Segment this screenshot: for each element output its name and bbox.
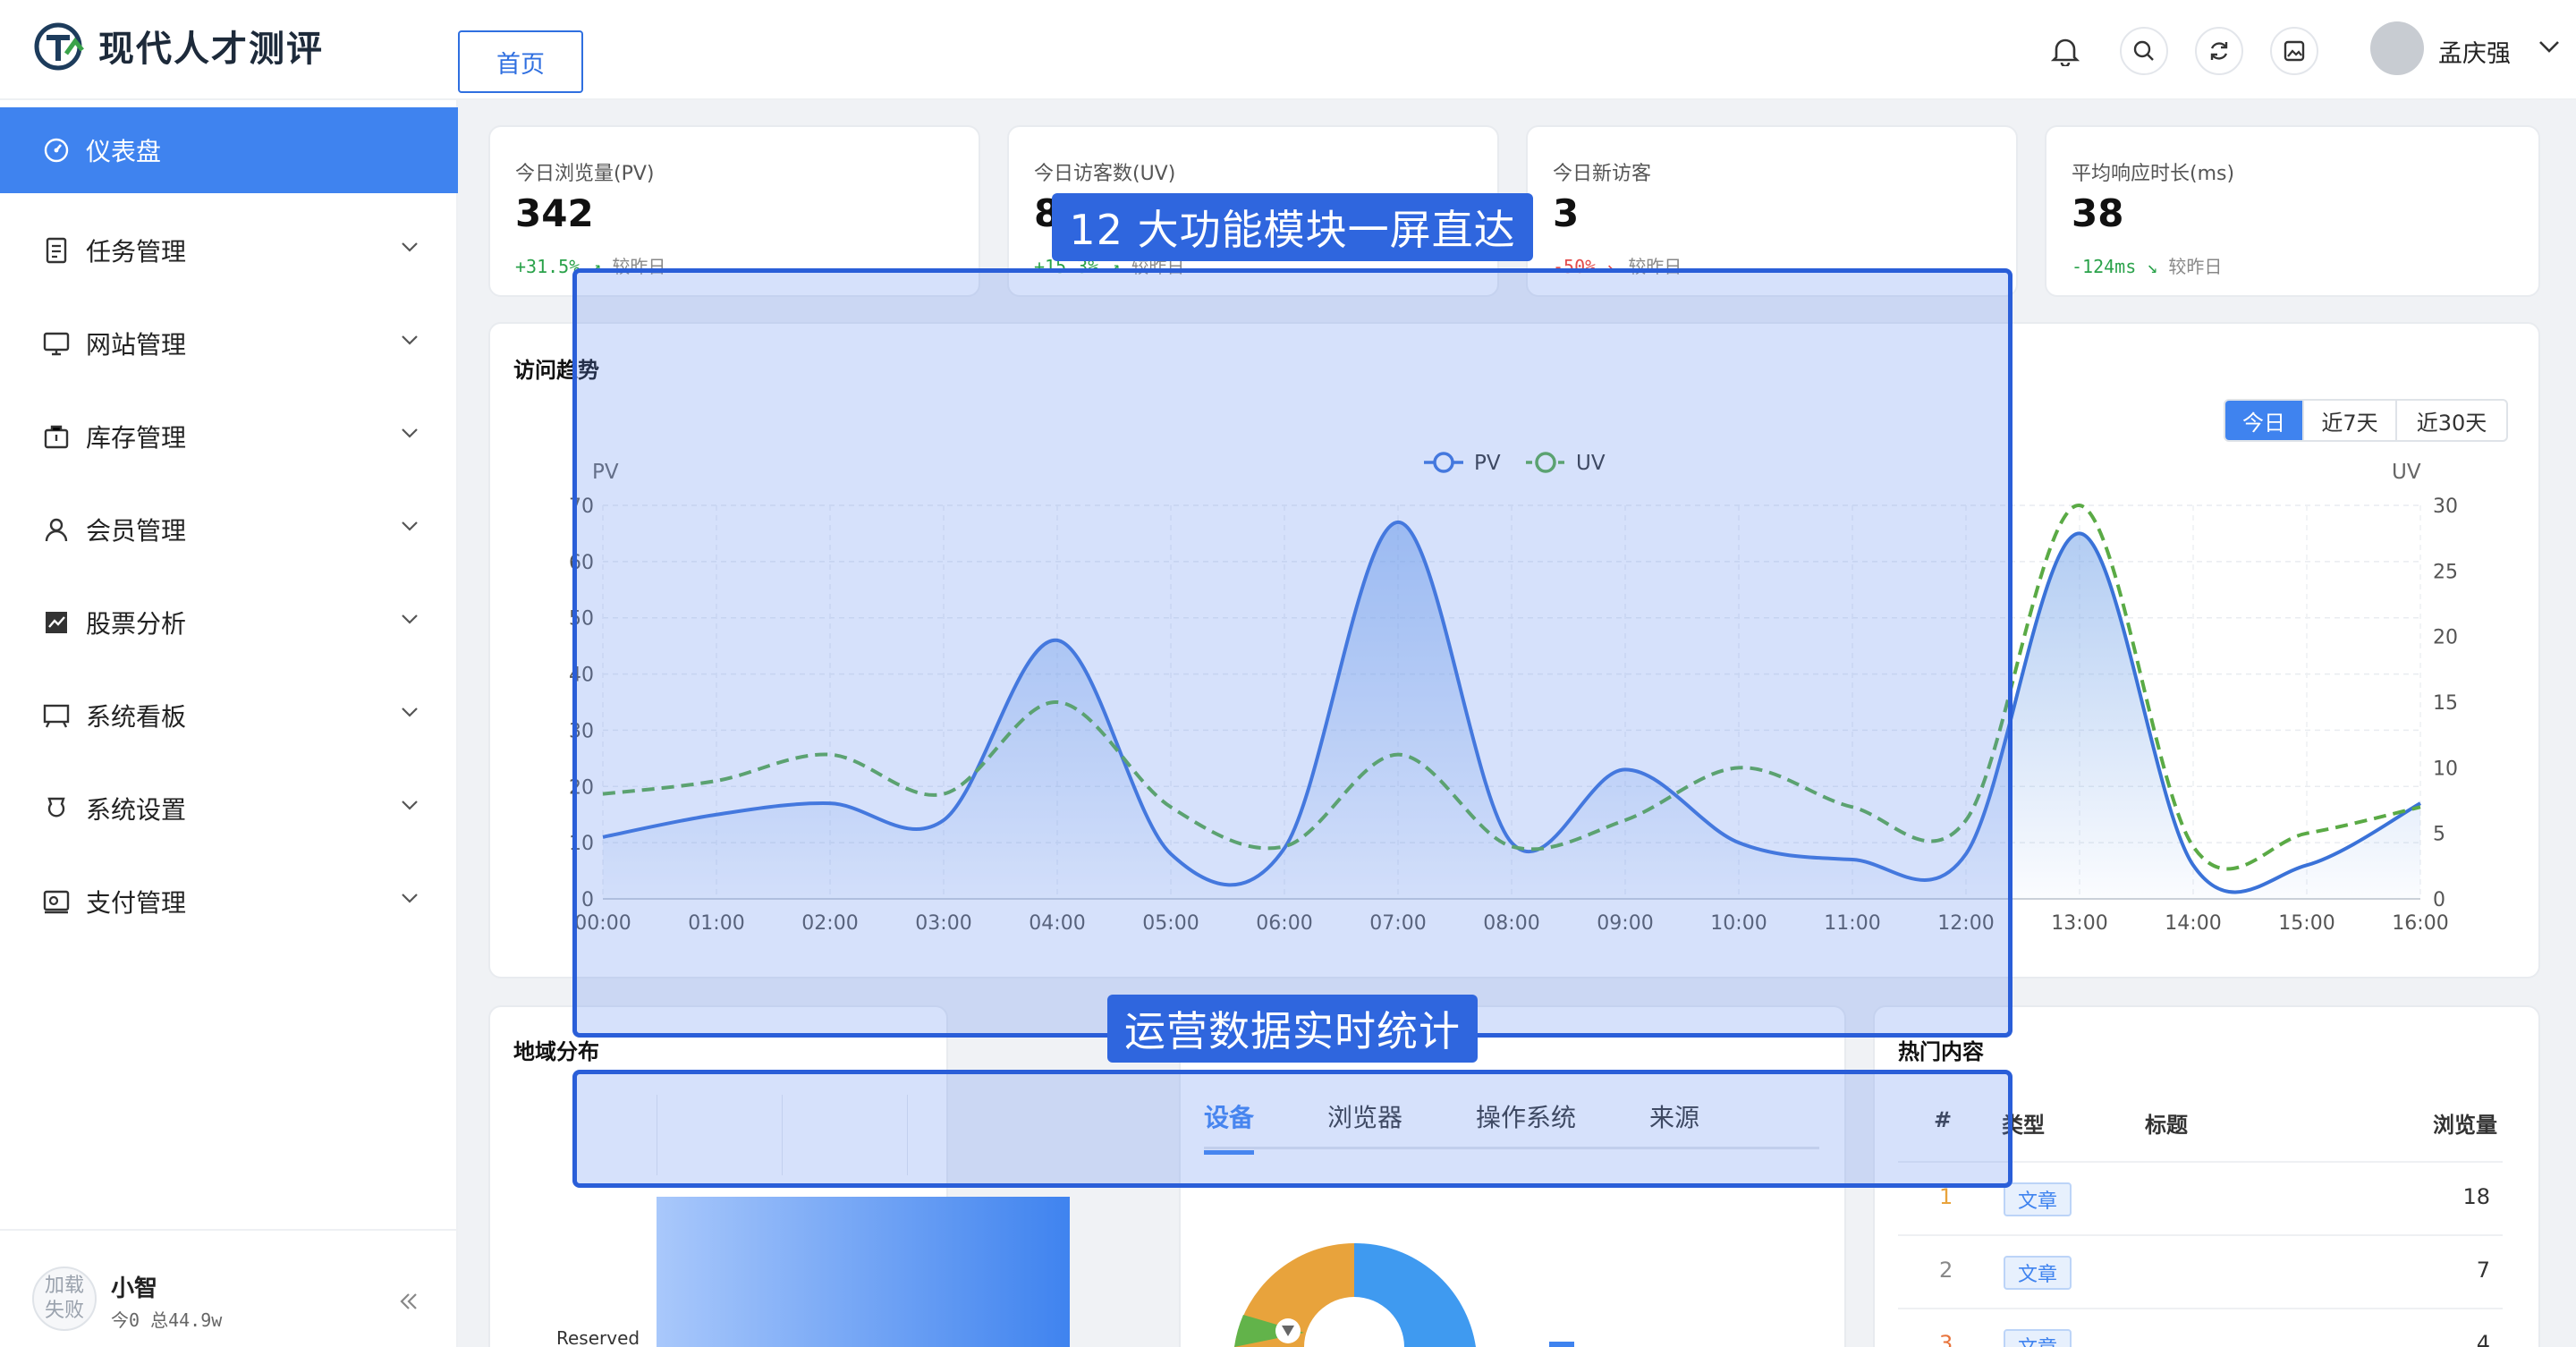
- column-header: 浏览量: [2433, 1113, 2497, 1138]
- sidebar-item-inventory[interactable]: 库存管理: [0, 394, 458, 479]
- y2-tick-label: 0: [2433, 889, 2445, 911]
- task-icon: [41, 235, 72, 266]
- views: 4: [2476, 1331, 2490, 1347]
- callout-label-stats: 运营数据实时统计: [1107, 995, 1478, 1063]
- chevron-down-icon: [402, 521, 418, 531]
- bot-stats: 今0 总44.9w: [111, 1309, 223, 1331]
- y2-axis-title: UV: [2392, 461, 2421, 484]
- type-badge: 文章: [2004, 1256, 2072, 1290]
- sidebar-footer: 加载 失败 小智 今0 总44.9w: [0, 1229, 458, 1347]
- sidebar: 仪表盘 任务管理 网站管理 库存管理 会员管理 股票分析 系统看板 系统设置 支…: [0, 100, 458, 1347]
- stat-value: 3: [1553, 191, 1580, 235]
- y2-tick-label: 30: [2433, 496, 2458, 518]
- avatar-fallback-text: 失败: [44, 1300, 84, 1322]
- sidebar-item-label: 仪表盘: [86, 137, 162, 166]
- rank: 1: [1939, 1184, 1953, 1209]
- rank: 3: [1939, 1331, 1953, 1347]
- chevron-down-icon: [402, 428, 418, 438]
- tab-home[interactable]: 首页: [458, 30, 583, 93]
- type-badge: 文章: [2004, 1182, 2072, 1216]
- device-donut-chart: [1234, 1242, 1574, 1347]
- sidebar-item-dashboard[interactable]: 仪表盘: [0, 107, 458, 193]
- stat-delta: -124ms ↘ 较昨日: [2072, 256, 2223, 277]
- sidebar-item-label: 会员管理: [86, 516, 187, 546]
- highlight-box-stats: [572, 1070, 2012, 1188]
- user-name[interactable]: 孟庆强: [2438, 34, 2511, 69]
- chevron-down-icon: [402, 894, 418, 903]
- sidebar-item-label: 任务管理: [86, 237, 187, 267]
- chevron-down-icon: [402, 614, 418, 624]
- stock-chart-icon: [41, 607, 72, 638]
- chevron-down-icon: [402, 242, 418, 252]
- highlight-box-modules: [572, 268, 2012, 1038]
- x-tick-label: 14:00: [2165, 912, 2221, 935]
- sidebar-item-label: 库存管理: [86, 423, 187, 453]
- sidebar-item-members[interactable]: 会员管理: [0, 487, 458, 572]
- bot-name: 小智: [111, 1275, 158, 1302]
- user-icon: [41, 514, 72, 545]
- bot-avatar[interactable]: 加载 失败: [32, 1267, 97, 1331]
- stat-label: 今日浏览量(PV): [515, 163, 655, 185]
- callout-label-modules: 12 大功能模块一屏直达: [1052, 193, 1533, 261]
- sidebar-item-settings[interactable]: 系统设置: [0, 766, 458, 851]
- top-header: 现代人才测评 首页 孟庆强: [0, 0, 2576, 100]
- geo-bar: [657, 1197, 1070, 1347]
- y2-tick-label: 5: [2433, 824, 2445, 846]
- x-tick-label: 13:00: [2051, 912, 2107, 935]
- y2-tick-label: 15: [2433, 692, 2458, 715]
- chevron-down-icon: [402, 801, 418, 810]
- avatar-fallback-text: 加载: [44, 1275, 84, 1297]
- notification-bell-icon[interactable]: [2041, 27, 2089, 75]
- user-avatar[interactable]: [2370, 21, 2424, 75]
- geo-title: 地域分布: [513, 1039, 599, 1064]
- chevron-down-icon[interactable]: [2538, 39, 2560, 54]
- y2-tick-label: 10: [2433, 758, 2458, 780]
- app-title: 现代人才测评: [98, 29, 324, 70]
- stat-value: 38: [2072, 191, 2124, 235]
- views: 7: [2476, 1258, 2490, 1283]
- sidebar-item-label: 系统看板: [86, 702, 187, 732]
- x-tick-label: 16:00: [2392, 912, 2448, 935]
- y2-tick-label: 25: [2433, 561, 2458, 583]
- sidebar-item-label: 网站管理: [86, 330, 187, 360]
- collapse-sidebar-icon[interactable]: [399, 1292, 419, 1311]
- search-icon[interactable]: [2120, 27, 2168, 75]
- sidebar-item-label: 支付管理: [86, 888, 187, 918]
- y2-tick-label: 20: [2433, 627, 2458, 649]
- app-logo[interactable]: 现代人才测评: [34, 20, 324, 72]
- stat-card-response-time: 平均响应时长(ms) 38 -124ms ↘ 较昨日: [2045, 125, 2540, 297]
- stat-value: 342: [515, 191, 594, 235]
- stat-label: 平均响应时长(ms): [2072, 163, 2235, 185]
- board-icon: [41, 700, 72, 731]
- settings-icon: [41, 793, 72, 824]
- sidebar-item-tasks[interactable]: 任务管理: [0, 208, 458, 293]
- views: 18: [2462, 1184, 2490, 1209]
- chevron-down-icon: [402, 707, 418, 717]
- type-badge: 文章: [2004, 1329, 2072, 1347]
- hot-title: 热门内容: [1898, 1039, 1984, 1064]
- payment-icon: [41, 886, 72, 917]
- logo-icon: [34, 22, 84, 71]
- sidebar-item-stocks[interactable]: 股票分析: [0, 580, 458, 665]
- dashboard-icon: [41, 135, 72, 165]
- sidebar-item-label: 股票分析: [86, 609, 187, 639]
- stat-label: 今日新访客: [1553, 163, 1652, 185]
- table-row[interactable]: 3 文章 4: [1898, 1308, 2503, 1347]
- screenshot-icon[interactable]: [2270, 27, 2318, 75]
- inventory-icon: [41, 421, 72, 452]
- sidebar-item-board[interactable]: 系统看板: [0, 673, 458, 758]
- chevron-down-icon: [402, 335, 418, 345]
- rank: 2: [1939, 1258, 1953, 1283]
- table-row[interactable]: 2 文章 7: [1898, 1234, 2503, 1308]
- column-header: 标题: [2145, 1113, 2188, 1138]
- geo-axis-label: Reserved: [556, 1327, 640, 1347]
- sidebar-item-websites[interactable]: 网站管理: [0, 301, 458, 386]
- stat-label: 今日访客数(UV): [1034, 163, 1176, 185]
- refresh-icon[interactable]: [2195, 27, 2243, 75]
- sidebar-item-payments[interactable]: 支付管理: [0, 859, 458, 945]
- x-tick-label: 15:00: [2278, 912, 2334, 935]
- sidebar-item-label: 系统设置: [86, 795, 187, 825]
- monitor-icon: [41, 328, 72, 359]
